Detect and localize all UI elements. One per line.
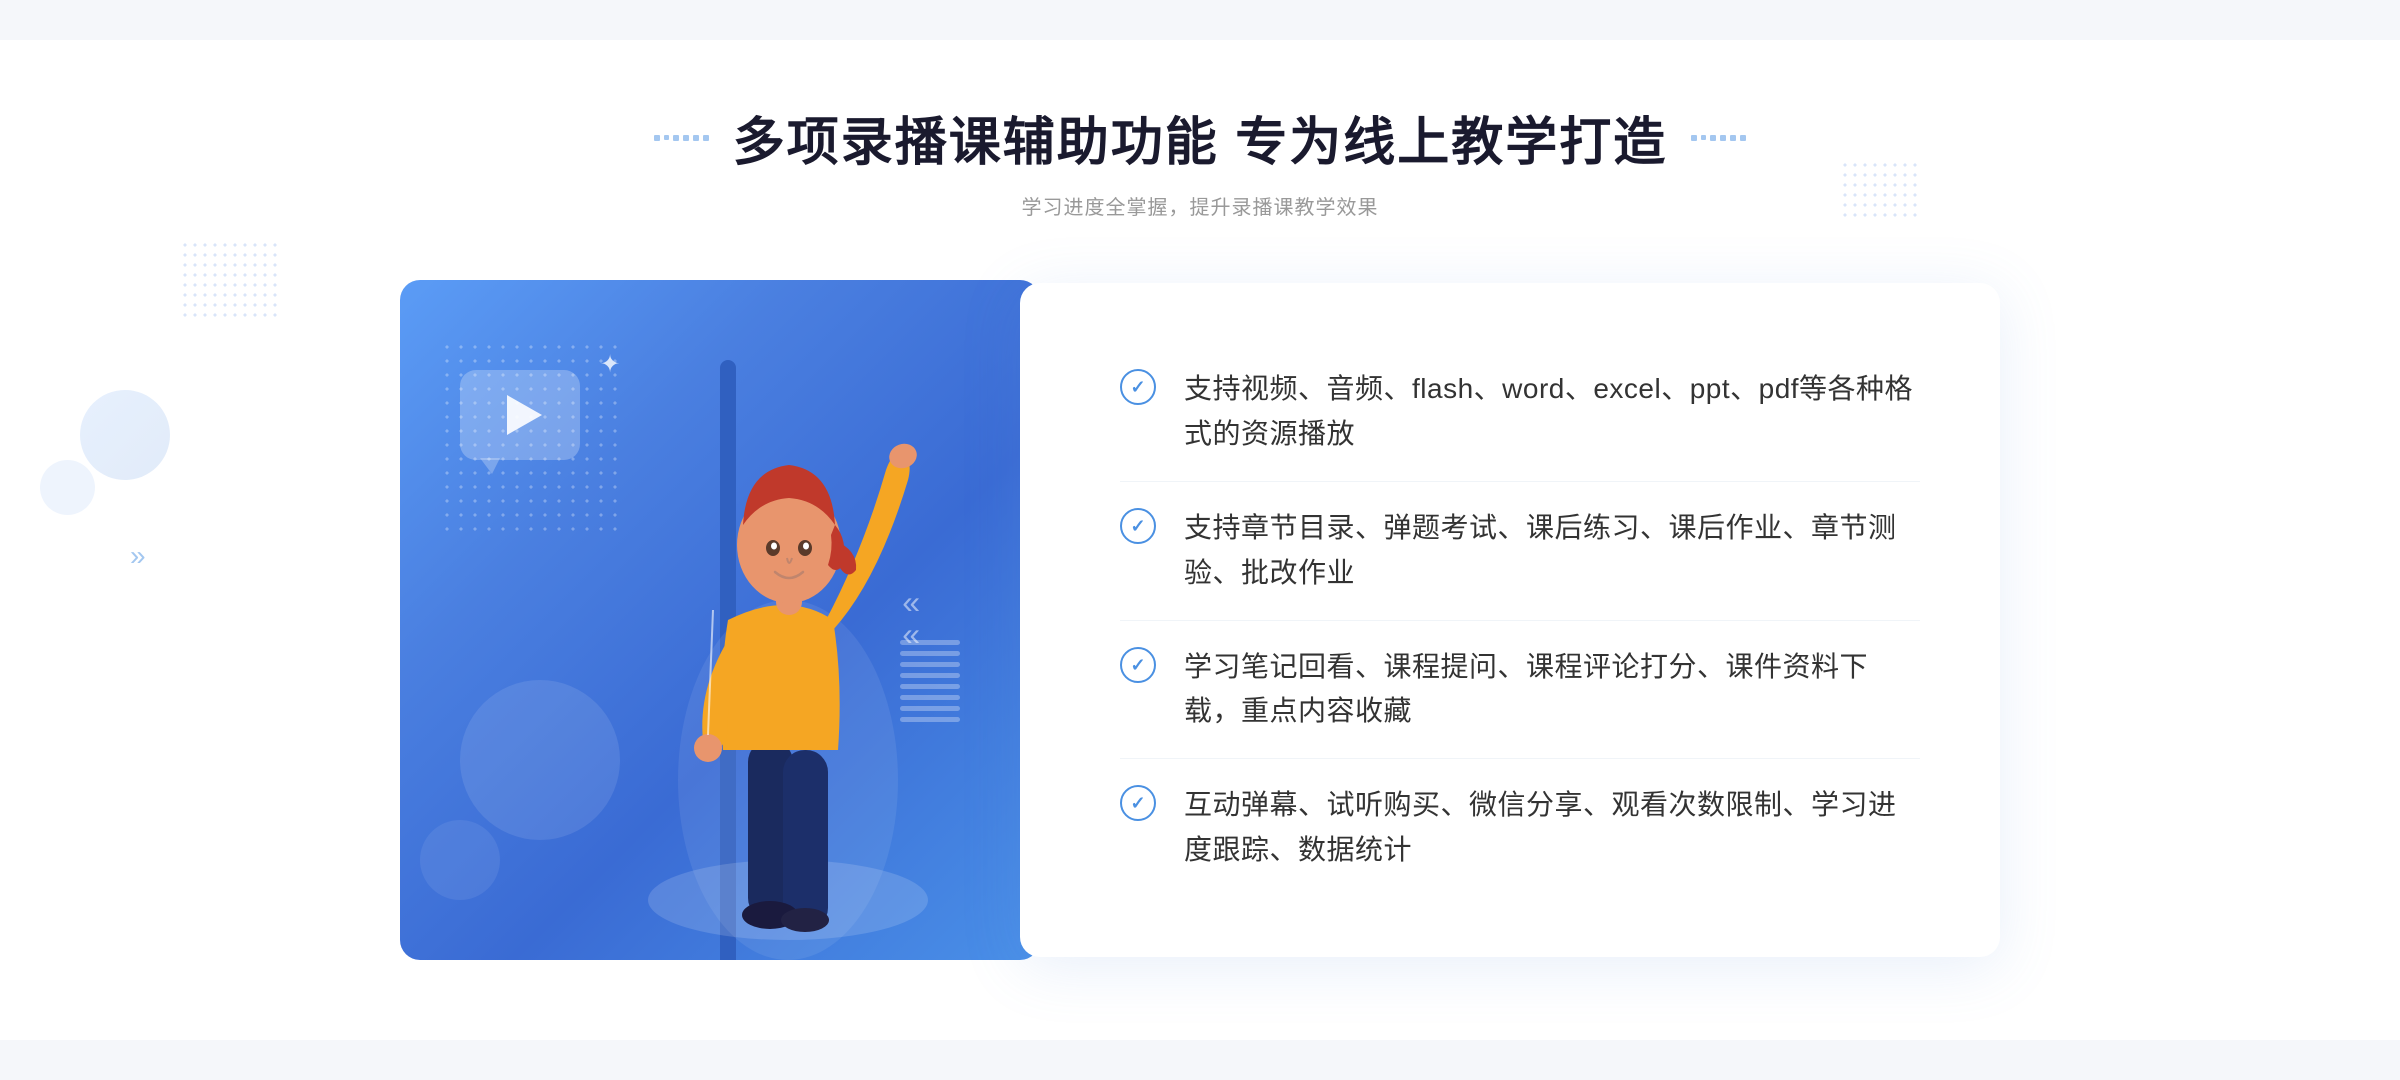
circle-light-1 <box>460 680 620 840</box>
person-illustration <box>618 380 958 960</box>
sparkle-icon: ✦ <box>600 350 620 379</box>
side-circle-light <box>40 460 95 515</box>
check-icon-4: ✓ <box>1130 794 1145 812</box>
side-circle-blue <box>80 390 170 480</box>
title-deco-right <box>1691 135 1746 141</box>
feature-item-2: ✓ 支持章节目录、弹题考试、课后练习、课后作业、章节测验、批改作业 <box>1120 481 1920 620</box>
feature-item-1: ✓ 支持视频、音频、flash、word、excel、ppt、pdf等各种格式的… <box>1120 343 1920 481</box>
check-circle-4: ✓ <box>1120 785 1156 821</box>
illustration-card: ✦ «« <box>400 280 1040 960</box>
check-icon-1: ✓ <box>1130 378 1145 396</box>
dots-decoration-right <box>1840 160 1920 220</box>
title-row: 多项录播课辅助功能 专为线上教学打造 <box>654 100 1746 175</box>
feature-text-4: 互动弹幕、试听购买、微信分享、观看次数限制、学习进度跟踪、数据统计 <box>1184 783 1920 873</box>
play-triangle-icon <box>507 395 542 435</box>
arrow-left-icon: » <box>130 540 146 572</box>
title-deco-left <box>654 135 709 141</box>
check-circle-3: ✓ <box>1120 647 1156 683</box>
header-section: 多项录播课辅助功能 专为线上教学打造 学习进度全掌握，提升录播课教学效果 <box>654 100 1746 220</box>
feature-item-3: ✓ 学习笔记回看、课程提问、课程评论打分、课件资料下载，重点内容收藏 <box>1120 620 1920 759</box>
circle-light-2 <box>420 820 500 900</box>
dots-decoration-left <box>180 240 280 320</box>
feature-item-4: ✓ 互动弹幕、试听购买、微信分享、观看次数限制、学习进度跟踪、数据统计 <box>1120 758 1920 897</box>
feature-text-1: 支持视频、音频、flash、word、excel、ppt、pdf等各种格式的资源… <box>1184 367 1920 457</box>
page-wrapper: » 多项录播课辅助功能 专为线上教学打造 学习进度全掌握，提升录播课教学效果 <box>0 40 2400 1040</box>
feature-text-3: 学习笔记回看、课程提问、课程评论打分、课件资料下载，重点内容收藏 <box>1184 645 1920 735</box>
main-title: 多项录播课辅助功能 专为线上教学打造 <box>733 100 1667 175</box>
check-circle-1: ✓ <box>1120 369 1156 405</box>
play-bubble <box>460 370 580 460</box>
check-icon-2: ✓ <box>1130 517 1145 535</box>
features-card: ✓ 支持视频、音频、flash、word、excel、ppt、pdf等各种格式的… <box>1020 283 2000 956</box>
feature-text-2: 支持章节目录、弹题考试、课后练习、课后作业、章节测验、批改作业 <box>1184 506 1920 596</box>
check-circle-2: ✓ <box>1120 508 1156 544</box>
content-section: ✦ «« <box>400 280 2000 960</box>
subtitle: 学习进度全掌握，提升录播课教学效果 <box>654 191 1746 220</box>
check-icon-3: ✓ <box>1130 656 1145 674</box>
